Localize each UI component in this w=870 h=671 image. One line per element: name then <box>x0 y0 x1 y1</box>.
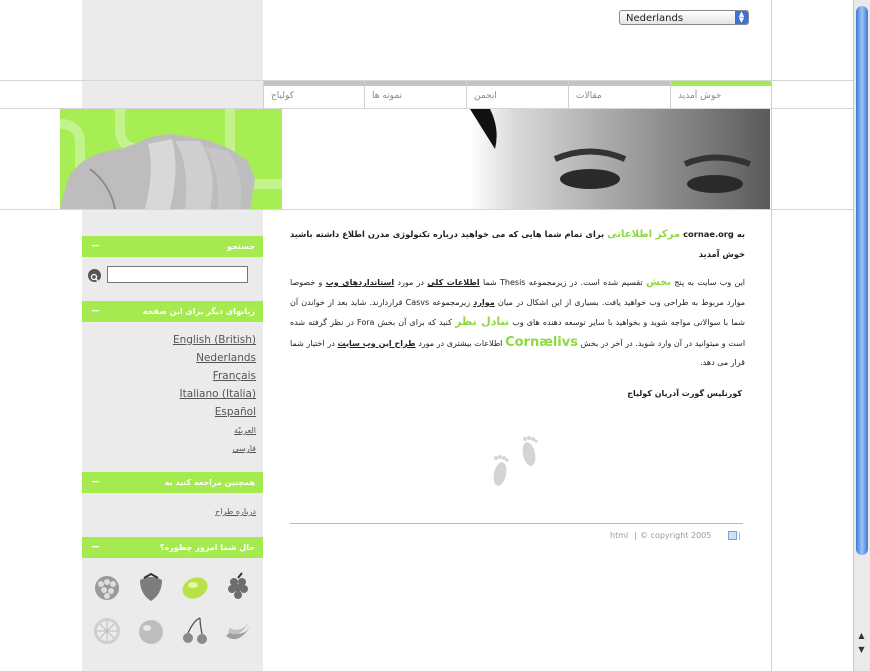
also-panel-title: همچنین مراجعه کنید به <box>164 478 255 487</box>
tab-forum[interactable]: انجمن <box>466 81 568 108</box>
items-link[interactable]: موارد <box>473 298 494 307</box>
right-divider <box>771 0 772 671</box>
grapes-icon[interactable] <box>224 572 254 602</box>
general-info-link[interactable]: اطلاعات کلی <box>427 278 479 287</box>
tab-articles[interactable]: مقالات <box>568 81 670 108</box>
intro-text: به <box>736 229 746 239</box>
footprints-icon <box>485 432 545 492</box>
site-designer-link[interactable]: طراح این وب سایت <box>337 339 415 348</box>
languages-panel-header: − زبانهای دیگر برای این صفحه <box>82 301 263 322</box>
scrollbar-thumb[interactable] <box>856 6 868 555</box>
orange-slice-icon[interactable] <box>92 616 122 646</box>
collapse-icon[interactable]: − <box>91 541 100 552</box>
body-text: اطلاعات بیشتری در مورد <box>418 338 503 348</box>
search-panel-header: − جستجو <box>82 236 263 257</box>
language-link-arabic[interactable]: العربيّة <box>234 426 256 435</box>
language-select[interactable]: Nederlands ▲ ▼ <box>619 10 749 25</box>
intro-paragraph: به cornae.org مرکز اطلاعاتی برای تمام شم… <box>290 225 745 264</box>
language-link-persian[interactable]: فارسی <box>233 444 257 453</box>
bananas-icon[interactable] <box>224 616 254 646</box>
language-link-english[interactable]: English (British) <box>173 334 256 346</box>
signature: کورنلیس گورت آدریان کولیاج <box>627 389 742 398</box>
peach-icon[interactable] <box>136 616 166 646</box>
body-text: تقسیم شده است. در زیرمجموعه Thesis شما <box>482 278 643 287</box>
copyright-text: © copyright 2005 <box>640 531 712 540</box>
header-bottom-line <box>0 209 870 210</box>
body-text: این وب سایت به پنج <box>674 278 746 287</box>
header-face-image <box>470 109 770 209</box>
search-panel-title: جستجو <box>227 242 255 251</box>
search-icon[interactable] <box>88 269 101 282</box>
tab-samples[interactable]: نمونه ها <box>364 81 466 108</box>
body-text: در مورد <box>397 278 424 287</box>
rss-icon[interactable] <box>728 531 737 540</box>
main-content: به cornae.org مرکز اطلاعاتی برای تمام شم… <box>290 225 745 373</box>
search-input[interactable] <box>107 266 248 283</box>
exchange-highlight: تبادل نظر <box>455 315 510 328</box>
tab-label: خوش آمدید <box>678 91 722 101</box>
mood-panel-title: حال شما امروز چطوره؟ <box>159 543 255 552</box>
footer-line <box>290 523 743 524</box>
tab-label: کولیاج <box>271 91 294 101</box>
lemon-icon[interactable] <box>180 572 210 602</box>
scroll-up-icon[interactable]: ▲ <box>853 629 870 643</box>
sections-highlight: بخش <box>645 277 672 288</box>
languages-panel-title: زبانهای دیگر برای این صفحه <box>142 307 255 316</box>
strawberry-icon[interactable] <box>136 572 166 602</box>
html-link[interactable]: html <box>610 531 628 540</box>
about-designer-link[interactable]: درباره طراح <box>215 507 256 516</box>
collapse-icon[interactable]: − <box>91 240 100 251</box>
raspberry-icon[interactable] <box>92 572 122 602</box>
site-name: cornae.org <box>683 229 734 239</box>
cherries-icon[interactable] <box>180 616 210 646</box>
main-nav: خوش آمدید مقالات انجمن نمونه ها کولیاج <box>263 81 771 108</box>
scroll-down-icon[interactable]: ▼ <box>853 643 870 657</box>
tab-welcome[interactable]: خوش آمدید <box>670 81 771 108</box>
collapse-icon[interactable]: − <box>91 476 100 487</box>
tab-label: نمونه ها <box>372 91 403 101</box>
mood-panel-header: − حال شما امروز چطوره؟ <box>82 537 263 558</box>
tab-koliaj[interactable]: کولیاج <box>263 81 364 108</box>
tab-label: مقالات <box>576 91 602 101</box>
cornaelivs-highlight: Cornælivs <box>505 334 578 350</box>
header-hand-image <box>60 109 282 209</box>
language-link-french[interactable]: Français <box>213 370 256 382</box>
also-panel-header: − همچنین مراجعه کنید به <box>82 472 263 493</box>
web-standards-link[interactable]: استانداردهای وب <box>326 278 394 287</box>
intro-highlight: مرکز اطلاعاتی <box>607 229 681 240</box>
body-paragraph: این وب سایت به پنج بخش تقسیم شده است. در… <box>290 273 745 373</box>
language-select-value: Nederlands <box>626 13 684 24</box>
language-link-spanish[interactable]: Español <box>215 406 256 418</box>
language-link-italian[interactable]: Italiano (Italia) <box>180 388 256 400</box>
language-link-dutch[interactable]: Nederlands <box>196 352 256 364</box>
collapse-icon[interactable]: − <box>91 305 100 316</box>
select-arrows-icon: ▲ ▼ <box>735 11 748 24</box>
tab-label: انجمن <box>474 91 497 101</box>
